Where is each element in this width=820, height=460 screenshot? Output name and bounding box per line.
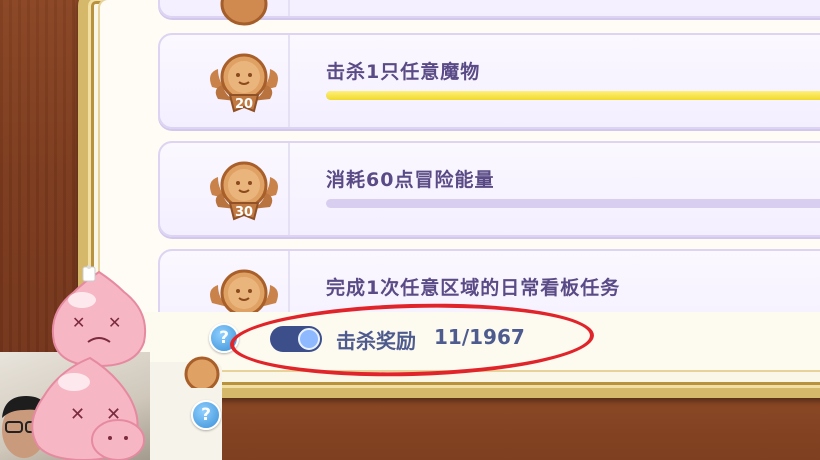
medal-icon: 20 bbox=[204, 43, 284, 123]
medal-icon: 30 bbox=[204, 151, 284, 231]
medal-icon bbox=[180, 352, 224, 388]
task-title: 击杀1只任意魔物 bbox=[326, 61, 481, 83]
task-list: 20 击杀1只任意魔物 30 消耗60点冒险能量 完成1次任意区域的日常看板任务 bbox=[140, 0, 820, 318]
task-progress-fill bbox=[326, 91, 820, 100]
svg-text:✕: ✕ bbox=[108, 313, 121, 332]
task-progress-bar bbox=[326, 199, 820, 208]
task-title: 完成1次任意区域的日常看板任务 bbox=[326, 277, 621, 299]
task-card[interactable]: 20 击杀1只任意魔物 bbox=[158, 33, 820, 129]
svg-text:✕: ✕ bbox=[72, 313, 85, 332]
pink-poring-mascot bbox=[91, 419, 145, 460]
task-card[interactable]: 30 消耗60点冒险能量 bbox=[158, 141, 820, 237]
svg-text:✕: ✕ bbox=[70, 404, 85, 425]
medal-number: 20 bbox=[235, 97, 253, 112]
task-card-partial bbox=[158, 0, 820, 26]
task-title: 消耗60点冒险能量 bbox=[326, 169, 495, 191]
mascot-tag bbox=[82, 265, 96, 282]
medal-icon bbox=[204, 259, 284, 318]
medal-number: 30 bbox=[235, 205, 253, 220]
task-progress-bar bbox=[326, 91, 820, 100]
help-icon[interactable]: ? bbox=[191, 400, 221, 430]
